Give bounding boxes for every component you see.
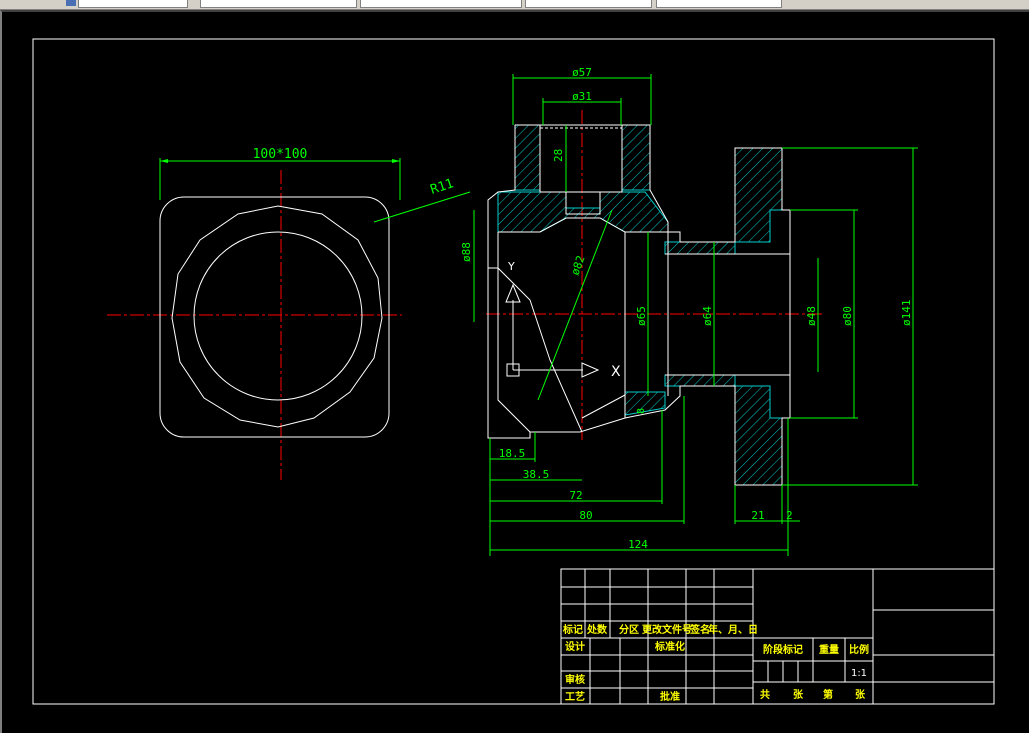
hatch-flange-top [734, 147, 783, 243]
ucs-x-label: X [611, 364, 621, 380]
tb-mark: 标记 [562, 623, 583, 636]
outer-circle [171, 205, 383, 428]
tb-total: 共 [760, 688, 770, 701]
dim-d64: ø64 [701, 306, 714, 326]
cad-drawing: 100*100 R11 X Y ø57 ø31 28 ø88 ø82 ø65 ø… [32, 38, 995, 705]
tb-standardization: 标准化 [654, 640, 685, 653]
dim-d31: ø31 [572, 90, 592, 103]
section-view: X Y ø57 ø31 28 ø88 ø82 ø65 ø64 ø48 ø80 ø… [460, 66, 918, 556]
radius-leader [373, 191, 471, 223]
dim-h28: 28 [552, 149, 565, 162]
tb-review: 审核 [565, 673, 585, 686]
tb-date: 年、月、日 [708, 623, 758, 636]
hatch-port-right [621, 124, 651, 191]
hatch-neck-bottom [664, 374, 736, 387]
hatch-port-left [514, 124, 541, 191]
dim-r11: R11 [429, 176, 456, 198]
ucs-y-label: Y [507, 260, 515, 273]
tb-process: 工艺 [565, 690, 585, 703]
hatch-body-top [497, 191, 669, 233]
dim-d80: ø80 [841, 306, 854, 326]
title-block [560, 568, 995, 705]
tb-zone: 分区 [619, 623, 639, 636]
dim-l124: 124 [628, 538, 648, 551]
dim-d141: ø141 [900, 300, 913, 327]
hatch-flange-bottom [734, 385, 783, 486]
drawing-border [32, 38, 995, 705]
tb-scale: 比例 [849, 643, 869, 656]
tb-design: 设计 [565, 640, 585, 653]
dim-100x100: 100*100 [253, 147, 308, 162]
title-block-text: 标记 处数 分区 更改文件号 签名 年、月、日 设计 标准化 审核 工艺 批准 … [562, 623, 869, 703]
tb-sheet2: 张 [855, 688, 866, 701]
front-view: 100*100 R11 [107, 147, 471, 480]
dim-d57: ø57 [572, 66, 592, 79]
dim-l2: 2 [786, 509, 793, 522]
dim-l38-5: 38.5 [523, 468, 550, 481]
tb-scale-value: 1:1 [851, 668, 867, 679]
dim-l21: 21 [751, 509, 764, 522]
ucs-x-arrow-icon [581, 362, 600, 378]
tb-approve: 批准 [660, 690, 680, 703]
tb-count: 处数 [586, 623, 608, 636]
dim-line-82 [537, 209, 613, 401]
tb-stage-mark: 阶段标记 [763, 643, 803, 656]
dim-l72: 72 [569, 489, 582, 502]
tb-weight: 重量 [819, 643, 839, 656]
tb-sheet: 张 [793, 688, 804, 701]
dim-small: 8 [636, 408, 647, 414]
dim-d82: ø82 [569, 254, 588, 277]
tb-page: 第 [823, 688, 833, 701]
tb-change-doc: 更改文件号 [642, 623, 692, 636]
dim-d65: ø65 [635, 306, 648, 326]
inner-circle [193, 231, 363, 401]
dim-d88: ø88 [460, 242, 473, 262]
tb-signature: 签名 [689, 623, 710, 636]
hatch-neck-top [664, 241, 736, 255]
dim-d48: ø48 [805, 306, 818, 326]
dim-l80: 80 [579, 509, 592, 522]
title-block-frame [560, 568, 995, 705]
dim-l18-5: 18.5 [499, 447, 526, 460]
